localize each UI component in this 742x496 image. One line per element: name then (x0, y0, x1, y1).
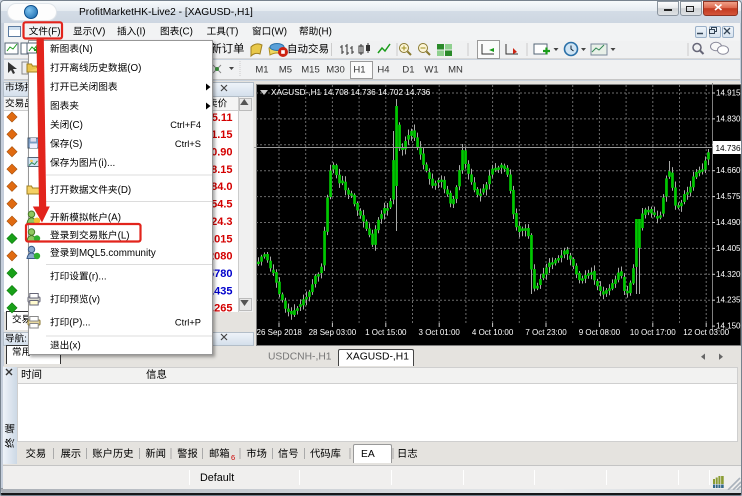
svg-text:14.736: 14.736 (716, 144, 741, 153)
svg-text:14.575: 14.575 (716, 192, 741, 201)
svg-text:1 Oct 15:00: 1 Oct 15:00 (365, 328, 407, 337)
svg-text:14.235: 14.235 (716, 296, 741, 305)
svg-text:3 Oct 01:00: 3 Oct 01:00 (419, 328, 461, 337)
svg-text:9 Oct 08:00: 9 Oct 08:00 (579, 328, 621, 337)
svg-text:XAGUSD-,H1 14.708 14.736 14.7: XAGUSD-,H1 14.708 14.736 14.702 14.736 (271, 88, 431, 97)
svg-text:26 Sep 2018: 26 Sep 2018 (257, 328, 303, 337)
svg-text:12 Oct 03:00: 12 Oct 03:00 (683, 328, 729, 337)
svg-text:14.660: 14.660 (716, 166, 741, 175)
svg-text:14.405: 14.405 (716, 244, 741, 253)
svg-text:14.320: 14.320 (716, 270, 741, 279)
svg-text:14.915: 14.915 (716, 89, 741, 98)
svg-text:14.490: 14.490 (716, 218, 741, 227)
svg-text:14.830: 14.830 (716, 114, 741, 123)
svg-text:7 Oct 23:00: 7 Oct 23:00 (525, 328, 567, 337)
svg-text:10 Oct 17:00: 10 Oct 17:00 (630, 328, 676, 337)
svg-text:4 Oct 10:00: 4 Oct 10:00 (472, 328, 514, 337)
svg-text:28 Sep 03:00: 28 Sep 03:00 (309, 328, 357, 337)
